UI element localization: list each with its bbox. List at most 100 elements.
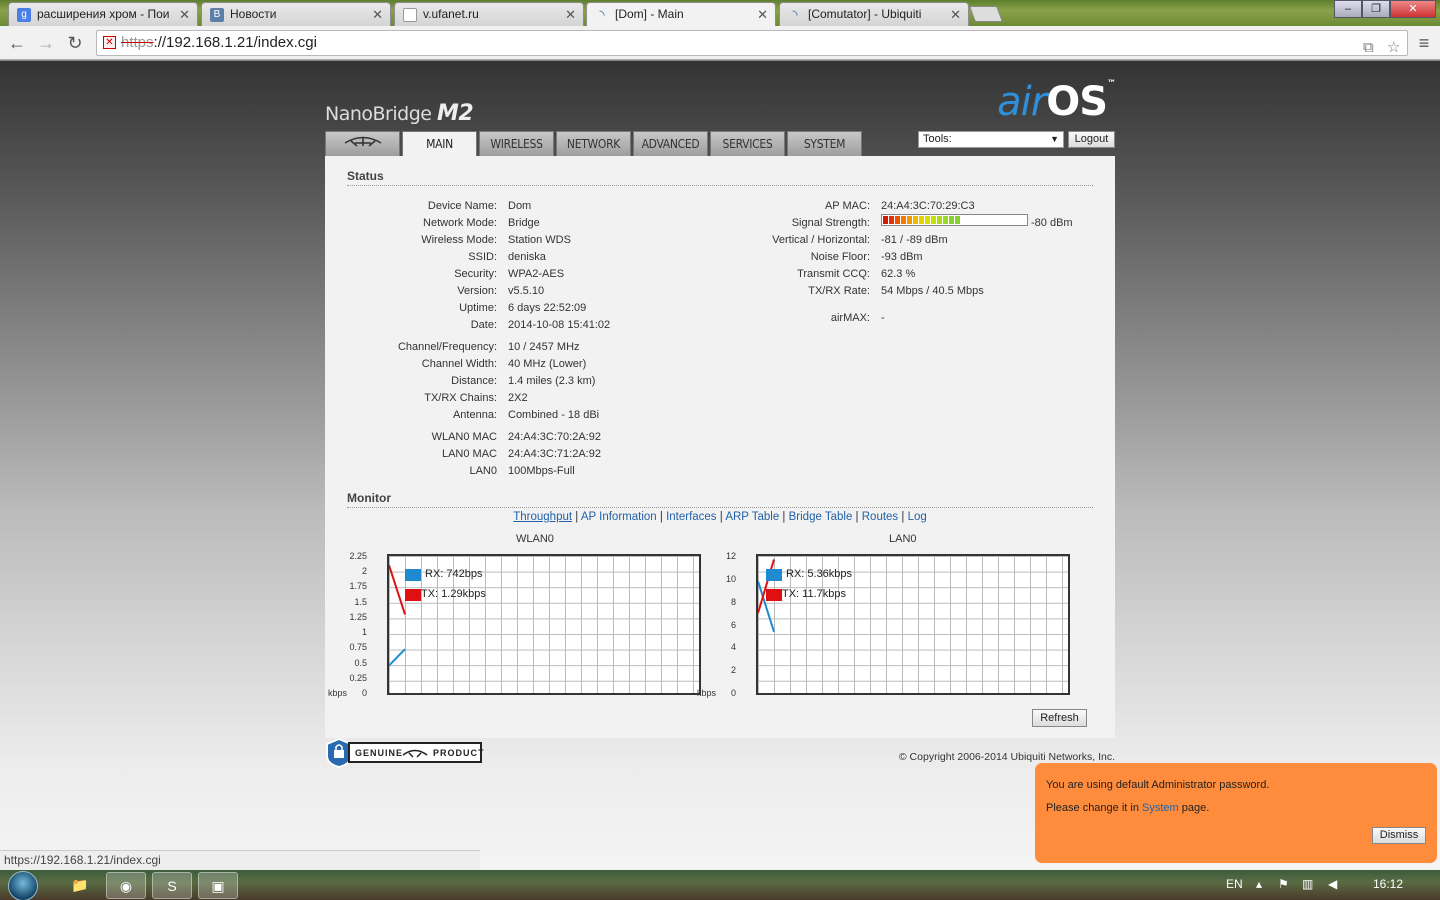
legend-label: TX: 1.29kbps: [421, 588, 486, 600]
status-row: Device Name: Dom: [325, 199, 725, 216]
signal-segment: [997, 216, 1002, 224]
logo-air: air: [997, 79, 1047, 125]
close-icon[interactable]: ✕: [179, 7, 190, 23]
google-icon: g: [17, 8, 31, 22]
tab-services[interactable]: SERVICES: [710, 131, 785, 156]
tab-advanced[interactable]: ADVANCED: [633, 131, 708, 156]
notice-system-link[interactable]: System: [1142, 802, 1179, 814]
minimize-button[interactable]: –: [1334, 0, 1362, 18]
status-label: Version:: [457, 285, 497, 297]
link-interfaces[interactable]: Interfaces: [666, 511, 717, 523]
legend-label: RX: 742bps: [425, 568, 483, 580]
flag-icon[interactable]: ⚑: [1278, 877, 1289, 891]
browser-toolbar: ← → ↻ ✕ https://192.168.1.21/index.cgi ⧉…: [0, 26, 1440, 60]
maximize-button[interactable]: ❐: [1362, 0, 1390, 18]
tab-system[interactable]: SYSTEM: [787, 131, 862, 156]
status-label: Noise Floor:: [810, 251, 870, 263]
signal-segment: [985, 216, 990, 224]
translate-icon[interactable]: ⧉: [1363, 36, 1374, 60]
legend-label: RX: 5.36kbps: [786, 568, 853, 580]
status-value: 24:A4:3C:70:2A:92: [508, 431, 601, 443]
link-throughput[interactable]: Throughput: [513, 511, 572, 523]
signal-segment: [967, 216, 972, 224]
link-bridge-table[interactable]: Bridge Table: [789, 511, 853, 523]
remote-desktop-icon[interactable]: ▣: [198, 872, 238, 899]
y-axis-unit: kbps: [696, 688, 716, 698]
tab-main[interactable]: MAIN: [402, 131, 477, 157]
forward-icon[interactable]: →: [35, 32, 57, 54]
link-ap-information[interactable]: AP Information: [581, 511, 657, 523]
chrome-icon[interactable]: ◉: [106, 872, 146, 899]
signal-segment: [943, 216, 948, 224]
browser-tab-active[interactable]: ◝ [Dom] - Main ✕: [586, 2, 776, 27]
signal-segment: [907, 216, 912, 224]
status-label: SSID:: [468, 251, 497, 263]
star-icon[interactable]: ☆: [1387, 36, 1400, 60]
y-tick-label: 12: [725, 551, 736, 561]
signal-segment: [991, 216, 996, 224]
status-row: Date: 2014-10-08 15:41:02: [325, 318, 725, 335]
status-row: Uptime: 6 days 22:52:09: [325, 301, 725, 318]
clock[interactable]: 16:12: [1373, 877, 1403, 891]
tools-select[interactable]: Tools: ▼: [918, 131, 1064, 148]
tools-label: Tools:: [923, 133, 952, 145]
close-icon[interactable]: ✕: [757, 7, 768, 23]
status-row: TX/RX Rate: 54 Mbps / 40.5 Mbps: [705, 284, 1105, 301]
insecure-lock-icon: ✕: [103, 36, 116, 49]
vk-icon: B: [210, 8, 224, 22]
status-value: Combined - 18 dBi: [508, 409, 600, 421]
series-line: [389, 648, 406, 667]
ubiquiti-logo-tab[interactable]: [325, 131, 400, 156]
logout-button[interactable]: Logout: [1068, 131, 1115, 148]
svg-text:PRODUCT: PRODUCT: [433, 748, 485, 758]
status-row: Noise Floor: -93 dBm: [705, 250, 1105, 267]
dismiss-button[interactable]: Dismiss: [1372, 827, 1426, 844]
main-panel: Status Device Name: Dom Network Mode: Bridg…: [325, 156, 1115, 738]
status-label: Channel/Frequency:: [397, 341, 497, 353]
status-row: Vertical / Horizontal: -81 / -89 dBm: [705, 233, 1105, 250]
status-row: Transmit CCQ: 62.3 %: [705, 267, 1105, 284]
browser-tab[interactable]: g расширения хром - Пои ✕: [8, 2, 198, 26]
browser-tab[interactable]: ◝ [Comutator] - Ubiquiti ✕: [779, 2, 969, 26]
tab-network[interactable]: NETWORK: [556, 131, 631, 156]
refresh-button[interactable]: Refresh: [1032, 709, 1087, 727]
status-row: SSID: deniska: [325, 250, 725, 267]
address-bar[interactable]: ✕ https://192.168.1.21/index.cgi ⧉ ☆: [96, 30, 1408, 56]
reload-icon[interactable]: ↻: [64, 32, 86, 54]
status-label: Date:: [470, 319, 497, 331]
link-log[interactable]: Log: [908, 511, 927, 523]
close-icon[interactable]: ✕: [950, 7, 961, 23]
status-value: 6 days 22:52:09: [508, 302, 587, 314]
status-label: LAN0: [469, 465, 497, 477]
status-value: -80 dBm: [1031, 217, 1073, 229]
close-icon[interactable]: ✕: [565, 7, 576, 23]
back-icon[interactable]: ←: [6, 32, 28, 54]
status-label: Network Mode:: [423, 217, 497, 229]
signal-segment: [889, 216, 894, 224]
url-protocol: https: [121, 34, 154, 51]
browser-tab[interactable]: v.ufanet.ru ✕: [394, 2, 584, 26]
skype-icon[interactable]: S: [152, 872, 192, 899]
menu-icon[interactable]: ≡: [1413, 32, 1435, 54]
status-label: Uptime:: [459, 302, 497, 314]
network-icon[interactable]: ▥: [1302, 877, 1313, 891]
new-tab-button[interactable]: [969, 6, 1003, 22]
volume-icon[interactable]: ◀: [1328, 877, 1337, 891]
link-routes[interactable]: Routes: [862, 511, 898, 523]
status-value: Dom: [508, 200, 532, 212]
status-label: Transmit CCQ:: [797, 268, 870, 280]
explorer-icon[interactable]: 📁: [60, 872, 100, 899]
link-arp-table[interactable]: ARP Table: [725, 511, 779, 523]
close-icon[interactable]: ✕: [372, 7, 383, 23]
tab-wireless[interactable]: WIRELESS: [479, 131, 554, 156]
signal-segment: [925, 216, 930, 224]
language-indicator[interactable]: EN: [1226, 877, 1243, 891]
status-label: Antenna:: [452, 409, 497, 421]
svg-text:GENUINE: GENUINE: [355, 748, 403, 758]
status-row: airMAX: -: [705, 311, 1105, 328]
tray-expand-icon[interactable]: ▴: [1256, 877, 1262, 891]
start-button[interactable]: [8, 871, 38, 900]
status-row: Antenna: Combined - 18 dBi: [325, 408, 725, 425]
browser-tab[interactable]: B Новости ✕: [201, 2, 391, 26]
window-close-button[interactable]: ✕: [1390, 0, 1436, 18]
